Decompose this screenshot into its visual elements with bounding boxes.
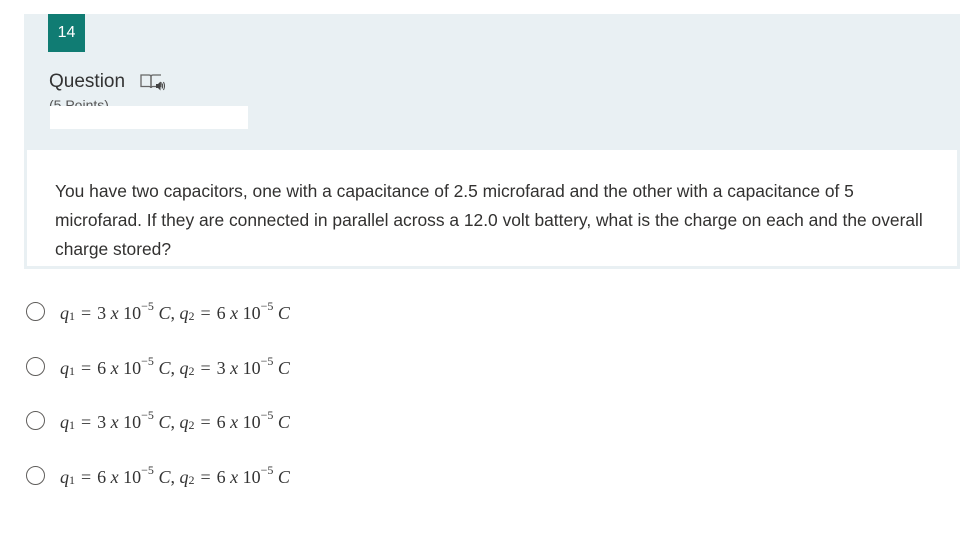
answer-option-3[interactable]: q1 = 3 x 10−5 C, q2 = 6 x 10−5 C <box>26 407 926 434</box>
answer-options: q1 = 3 x 10−5 C, q2 = 6 x 10−5 C q1 = 6 x 10−5… <box>26 298 926 516</box>
option-4-formula: q1 = 6 x 10−5 C, q2 = 6 x 10−5 C <box>60 462 290 487</box>
answer-option-4[interactable]: q1 = 6 x 10−5 C, q2 = 6 x 10−5 C <box>26 462 926 489</box>
redaction-box <box>50 106 248 129</box>
radio-button-icon[interactable] <box>26 302 45 321</box>
question-points: (5 Points) <box>49 98 109 106</box>
immersive-reader-icon[interactable] <box>139 71 166 93</box>
radio-button-icon[interactable] <box>26 465 45 485</box>
question-card: You have two capacitors, one with a capa… <box>24 150 960 269</box>
option-1-formula: q1 = 3 x 10−5 C, q2 = 6 x 10−5 C <box>60 299 290 323</box>
question-label-row: Question <box>49 69 166 95</box>
radio-button-icon[interactable] <box>26 356 45 376</box>
radio-button-icon[interactable] <box>26 411 45 430</box>
question-label: Question <box>49 71 126 92</box>
answer-option-1[interactable]: q1 = 3 x 10−5 C, q2 = 6 x 10−5 C <box>26 298 926 325</box>
option-2-formula: q1 = 6 x 10−5 C, q2 = 3 x 10−5 C <box>60 353 290 378</box>
question-header-panel: 14 Question (5 Points) <box>24 14 960 150</box>
question-number-badge: 14 <box>48 14 85 52</box>
option-3-formula: q1 = 3 x 10−5 C, q2 = 6 x 10−5 C <box>60 408 290 432</box>
answer-option-2[interactable]: q1 = 6 x 10−5 C, q2 = 3 x 10−5 C <box>26 353 926 380</box>
question-text: You have two capacitors, one with a capa… <box>55 181 923 259</box>
